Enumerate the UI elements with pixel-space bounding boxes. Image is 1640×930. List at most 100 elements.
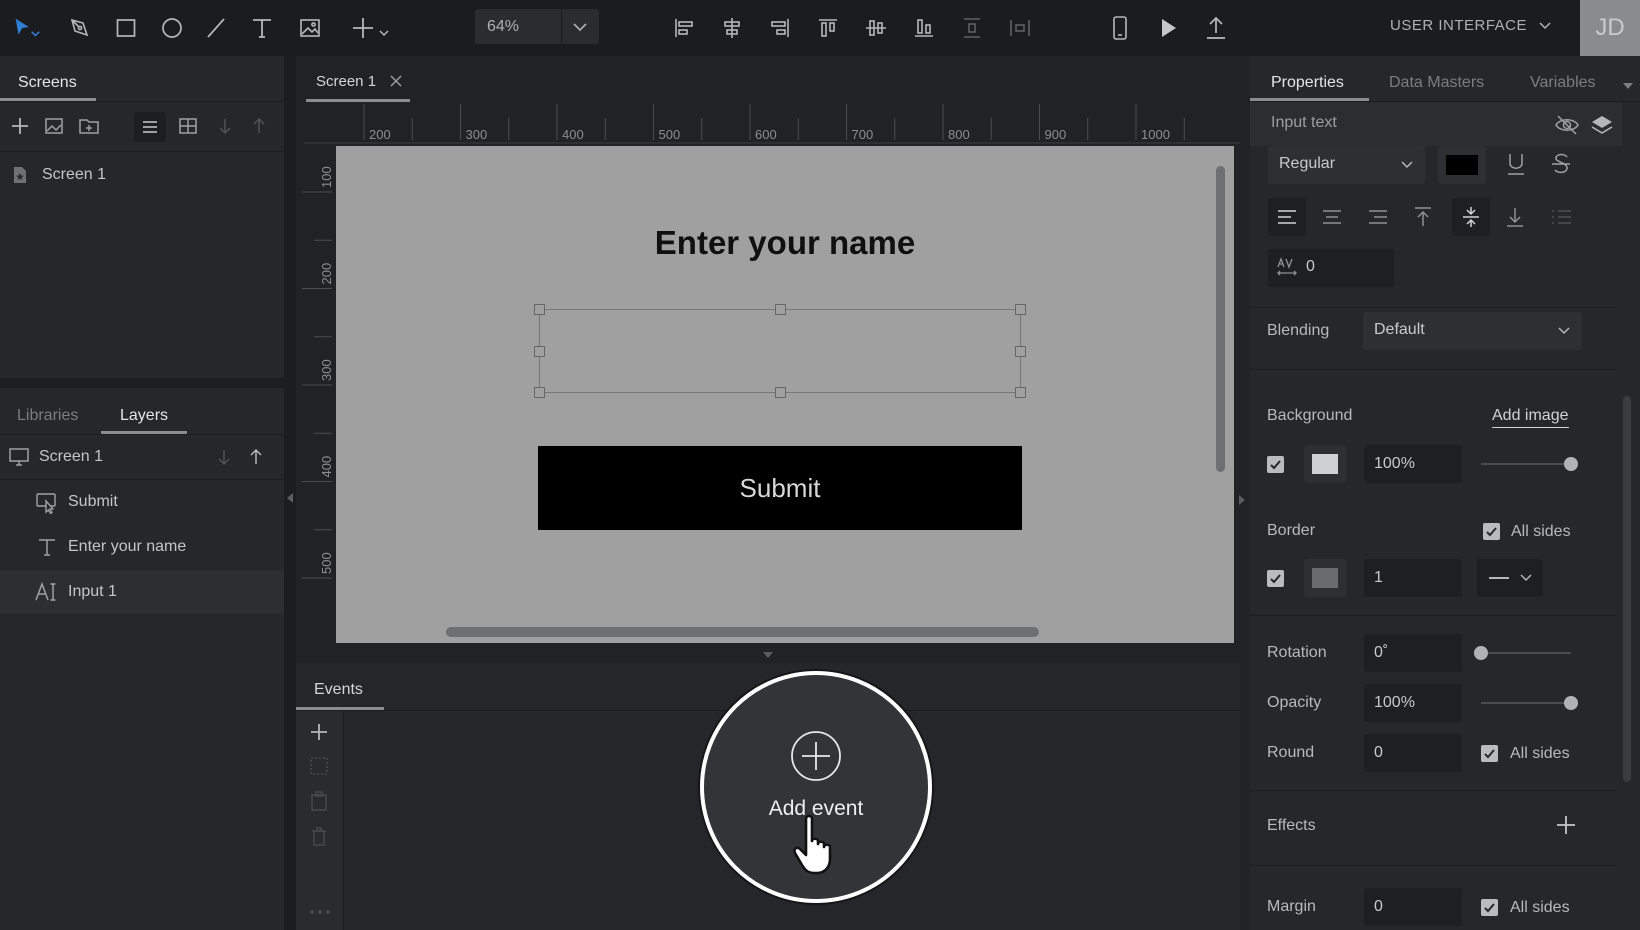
collapse-events-icon[interactable] — [762, 651, 774, 659]
tab-events[interactable]: Events — [314, 681, 363, 699]
move-up-icon[interactable] — [246, 447, 266, 467]
collapse-right-icon[interactable] — [1238, 494, 1246, 506]
image-tool-icon[interactable] — [294, 12, 326, 44]
input-1-selected[interactable] — [534, 304, 1026, 398]
border-checkbox[interactable] — [1267, 570, 1284, 587]
font-weight-select[interactable]: Regular — [1268, 146, 1425, 184]
slider-knob[interactable] — [1474, 646, 1488, 660]
user-interface-menu[interactable]: USER INTERFACE — [1390, 17, 1551, 34]
trash-icon[interactable] — [309, 826, 329, 846]
distribute-horizontal-icon[interactable] — [1004, 12, 1036, 44]
blending-label: Blending — [1267, 322, 1330, 339]
background-checkbox[interactable] — [1267, 456, 1284, 473]
letter-spacing-field[interactable]: 0 — [1268, 249, 1394, 287]
tab-properties[interactable]: Properties — [1271, 74, 1344, 92]
margin-field[interactable]: 0 — [1364, 888, 1462, 926]
border-style-select[interactable] — [1477, 559, 1543, 597]
move-down-icon[interactable] — [214, 447, 234, 467]
strikethrough-icon[interactable] — [1550, 152, 1572, 176]
visibility-hidden-icon[interactable] — [1554, 114, 1580, 136]
avatar[interactable]: JD — [1580, 0, 1640, 56]
align-center-h-icon[interactable] — [716, 12, 748, 44]
valign-top-icon[interactable] — [1413, 206, 1433, 228]
chevron-down-icon[interactable] — [571, 19, 589, 35]
add-event-button[interactable]: Add event — [700, 671, 932, 903]
margin-all-sides-checkbox[interactable] — [1481, 899, 1498, 916]
text-align-right-icon[interactable] — [1368, 207, 1388, 227]
artboard-heading[interactable]: Enter your name — [336, 224, 1234, 262]
text-color-swatch[interactable] — [1438, 146, 1486, 184]
add-image-screen-icon[interactable] — [43, 115, 65, 137]
vertical-scrollbar[interactable] — [1216, 166, 1225, 472]
screen-list-item[interactable]: Screen 1 — [0, 156, 284, 196]
align-bottom-icon[interactable] — [908, 12, 940, 44]
valign-bottom-icon[interactable] — [1505, 206, 1525, 228]
add-image-link[interactable]: Add image — [1492, 407, 1569, 428]
tab-variables[interactable]: Variables — [1530, 74, 1596, 92]
tab-screen-1[interactable]: Screen 1 — [306, 66, 410, 102]
align-middle-v-icon[interactable] — [860, 12, 892, 44]
text-tool-icon[interactable] — [246, 12, 278, 44]
tab-screens[interactable]: Screens — [18, 74, 77, 92]
align-right-icon[interactable] — [764, 12, 796, 44]
border-width-field[interactable]: 1 — [1364, 559, 1462, 597]
rectangle-tool-icon[interactable] — [110, 12, 142, 44]
add-event-small-icon[interactable] — [308, 721, 330, 743]
text-align-center-icon[interactable] — [1322, 207, 1342, 227]
rotation-field[interactable]: 0˚ — [1364, 634, 1462, 672]
layer-item-enter-your-name[interactable]: Enter your name — [0, 525, 284, 569]
horizontal-scrollbar[interactable] — [446, 627, 1039, 637]
layer-root-row[interactable]: Screen 1 — [0, 435, 284, 479]
rotation-slider[interactable] — [1474, 646, 1571, 660]
move-down-icon[interactable] — [215, 116, 235, 136]
device-preview-icon[interactable] — [1104, 12, 1136, 44]
round-field[interactable]: 0 — [1364, 734, 1462, 772]
background-opacity-slider[interactable] — [1481, 457, 1578, 471]
pen-tool-icon[interactable] — [64, 12, 96, 44]
background-color-swatch[interactable] — [1304, 445, 1346, 483]
underline-icon[interactable] — [1505, 152, 1527, 176]
add-component-icon[interactable] — [346, 12, 402, 44]
tab-data-masters[interactable]: Data Masters — [1389, 74, 1484, 92]
tabs-overflow-icon[interactable] — [1622, 82, 1634, 90]
close-icon[interactable] — [390, 75, 402, 87]
add-effect-icon[interactable] — [1555, 814, 1577, 836]
more-options-icon[interactable] — [309, 909, 331, 915]
zoom-control[interactable]: 64% — [475, 9, 599, 44]
align-left-icon[interactable] — [668, 12, 700, 44]
collapse-left-icon[interactable] — [286, 492, 294, 504]
layer-item-input-1[interactable]: Input 1 — [0, 570, 284, 614]
layers-icon[interactable] — [1591, 114, 1613, 136]
properties-scrollbar[interactable] — [1623, 396, 1631, 782]
round-all-sides-checkbox[interactable] — [1481, 745, 1498, 762]
artboard-submit-button[interactable]: Submit — [538, 446, 1022, 530]
share-upload-icon[interactable] — [1200, 12, 1232, 44]
add-screen-icon[interactable] — [8, 114, 32, 138]
distribute-vertical-icon[interactable] — [956, 12, 988, 44]
valign-middle-icon[interactable] — [1452, 198, 1490, 236]
move-up-icon[interactable] — [249, 116, 269, 136]
grid-view-icon[interactable] — [177, 115, 199, 137]
select-tool-icon[interactable] — [10, 12, 42, 44]
list-view-icon[interactable] — [134, 112, 166, 142]
border-all-sides-checkbox[interactable] — [1483, 523, 1500, 540]
border-color-swatch[interactable] — [1304, 559, 1346, 597]
align-top-icon[interactable] — [812, 12, 844, 44]
select-events-icon[interactable] — [309, 756, 329, 776]
layer-item-submit[interactable]: Submit — [0, 480, 284, 524]
blending-select[interactable]: Default — [1363, 312, 1582, 350]
slider-knob[interactable] — [1564, 457, 1578, 471]
slider-knob[interactable] — [1564, 696, 1578, 710]
background-opacity-field[interactable]: 100% — [1364, 445, 1462, 483]
tab-layers[interactable]: Layers — [120, 407, 168, 425]
line-tool-icon[interactable] — [200, 12, 232, 44]
opacity-slider[interactable] — [1481, 696, 1578, 710]
list-style-icon[interactable] — [1550, 207, 1572, 227]
ellipse-tool-icon[interactable] — [156, 12, 188, 44]
tab-libraries[interactable]: Libraries — [17, 407, 78, 425]
add-folder-icon[interactable] — [78, 115, 100, 137]
text-align-left-icon[interactable] — [1268, 198, 1306, 236]
play-icon[interactable] — [1152, 12, 1184, 44]
paste-icon[interactable] — [309, 791, 329, 811]
opacity-field[interactable]: 100% — [1364, 684, 1462, 722]
